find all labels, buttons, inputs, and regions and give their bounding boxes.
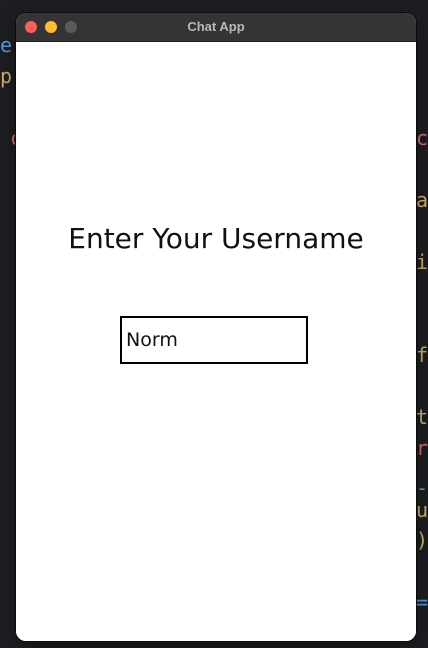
bg-code-char: t [416, 405, 428, 429]
bg-code-char: p [0, 64, 13, 88]
bg-code-char: - [416, 476, 428, 500]
window-title: Chat App [187, 19, 245, 34]
bg-code-char: a [416, 188, 428, 212]
bg-code-char: c [416, 126, 428, 150]
bg-code-char: e [0, 33, 13, 57]
username-input[interactable] [120, 316, 308, 364]
bg-code-char: = [416, 590, 428, 614]
page-title: Enter Your Username [68, 222, 364, 255]
window-titlebar[interactable]: Chat App [16, 13, 416, 42]
bg-code-char: i [416, 250, 428, 274]
main-content: Enter Your Username [16, 42, 416, 641]
bg-code-char: u [416, 498, 428, 522]
bg-code-char: r [416, 436, 428, 460]
chat-app-window: Chat App Enter Your Username [16, 13, 416, 641]
bg-code-char: f [416, 343, 428, 367]
bg-code-char: ) [416, 528, 428, 552]
